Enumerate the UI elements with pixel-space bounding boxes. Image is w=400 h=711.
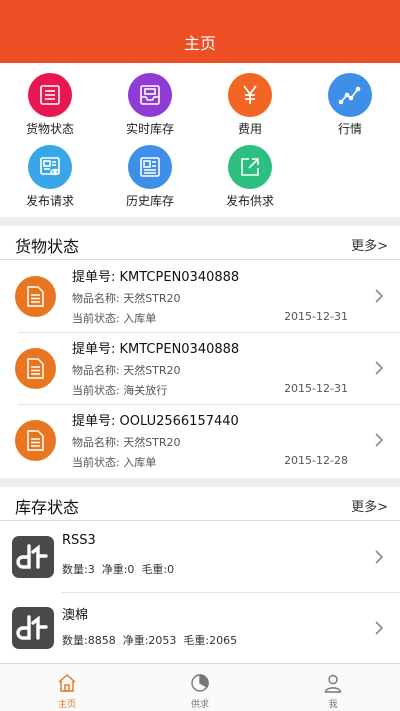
product-logo-icon [12,536,54,578]
grid-item-market[interactable]: 行情 [300,63,400,136]
product-name: 物品名称: 天然STR20 [72,364,181,377]
grid-item-cargo-status[interactable]: 货物状态 [0,63,100,136]
tab-home[interactable]: 主页 [0,664,134,711]
chevron-right-icon [375,621,384,635]
stock-stats: 数量:3 净重:0 毛重:0 [62,561,181,577]
section-title: 库存状态 [15,498,80,517]
current-status: 当前状态: 入库单 [72,456,157,469]
product-name: 物品名称: 天然STR20 [72,436,181,449]
product-name: 物品名称: 天然STR20 [72,292,181,305]
cargo-status-section: 货物状态 更多> 提单号: KMTCPEN0340888 物品名称: 天然STR… [0,226,400,478]
row-date: 2015-12-31 [284,382,348,395]
grid-item-label: 历史库存 [125,194,174,208]
list-icon [28,73,72,117]
quantity: 数量:8858 [62,634,116,647]
row-date: 2015-12-31 [284,310,348,323]
grid-item-label: 发布供求 [225,194,274,208]
grid-item-fees[interactable]: 费用 [200,63,300,136]
gross-weight: 毛重:0 [141,563,175,576]
news-icon [128,145,172,189]
pie-chart-icon [191,674,209,692]
inventory-status-section: 库存状态 更多> RSS3 数量:3 净重:0 毛重:0 澳棉 数量:8858 净重:… [0,487,400,663]
current-status: 当前状态: 海关放行 [72,384,168,397]
home-icon [58,674,76,692]
quantity: 数量:3 [62,563,95,576]
section-header: 货物状态 更多> [0,226,400,260]
list-item[interactable]: 提单号: OOLU2566157440 物品名称: 天然STR20 当前状态: … [0,405,400,477]
section-title: 货物状态 [15,237,80,256]
product-name: 澳棉 [62,608,89,623]
bill-number: 提单号: OOLU2566157440 [72,414,239,429]
cargo-more-link[interactable]: 更多> [351,235,388,254]
bottom-tab-bar: 主页 供求 我 [0,663,400,711]
document-icon [15,348,56,389]
section-header: 库存状态 更多> [0,487,400,521]
chevron-right-icon [375,550,384,564]
inventory-more-link[interactable]: 更多> [351,496,388,515]
product-name: RSS3 [62,533,96,548]
chevron-right-icon [375,361,384,375]
app-header: 主页 [0,0,400,63]
bill-number: 提单号: KMTCPEN0340888 [72,270,240,285]
inbox-icon [128,73,172,117]
row-date: 2015-12-28 [284,454,348,467]
net-weight: 净重:2053 [122,634,177,647]
grid-item-history-stock[interactable]: 历史库存 [100,135,200,208]
current-status: 当前状态: 入库单 [72,312,157,325]
doc-eye-icon [28,145,72,189]
share-icon [228,145,272,189]
list-item[interactable]: RSS3 数量:3 净重:0 毛重:0 [0,522,400,593]
list-item[interactable]: 提单号: KMTCPEN0340888 物品名称: 天然STR20 当前状态: … [0,261,400,333]
document-icon [15,420,56,461]
tab-me[interactable]: 我 [266,664,400,711]
tab-supply-demand[interactable]: 供求 [133,664,267,711]
trend-icon [328,73,372,117]
page-title: 主页 [183,34,216,53]
list-item[interactable]: 提单号: KMTCPEN0340888 物品名称: 天然STR20 当前状态: … [0,333,400,405]
stock-stats: 数量:8858 净重:2053 毛重:2065 [62,632,244,648]
yen-icon [228,73,272,117]
grid-item-label: 行情 [337,122,362,136]
net-weight: 净重:0 [101,563,135,576]
grid-item-publish-request[interactable]: 发布请求 [0,135,100,208]
list-item[interactable]: 澳棉 数量:8858 净重:2053 毛重:2065 [0,593,400,664]
function-grid: 货物状态 实时库存 费用 行情 发布请求 历史库存 发布供求 [0,63,400,217]
chevron-right-icon [375,433,384,447]
tab-label: 我 [328,700,338,710]
grid-item-publish-supply[interactable]: 发布供求 [200,135,300,208]
user-icon [324,674,342,693]
bill-number: 提单号: KMTCPEN0340888 [72,342,240,357]
chevron-right-icon [375,289,384,303]
document-icon [15,276,56,317]
grid-item-label: 发布请求 [25,194,74,208]
tab-label: 主页 [57,700,76,710]
gross-weight: 毛重:2065 [183,634,238,647]
product-logo-icon [12,607,54,649]
tab-label: 供求 [190,700,209,710]
grid-item-realtime-stock[interactable]: 实时库存 [100,63,200,136]
